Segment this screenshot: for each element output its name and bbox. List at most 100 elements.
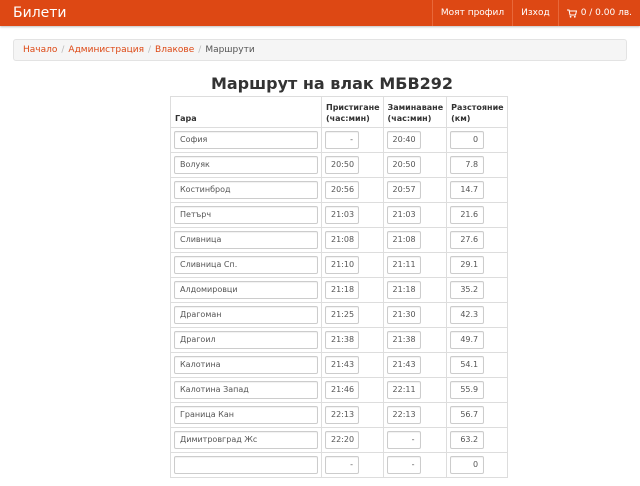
distance-input[interactable]: 55.9 bbox=[450, 381, 485, 399]
departure-time-input[interactable]: 21:30 bbox=[386, 306, 421, 324]
station-cell: Сливница bbox=[170, 227, 322, 253]
cart-summary: 0 / 0.00 лв. bbox=[580, 8, 632, 18]
station-input[interactable]: Петърч bbox=[174, 206, 318, 224]
departure-cell: 22:13 bbox=[382, 402, 448, 428]
station-input[interactable]: Драгоман bbox=[174, 306, 318, 324]
arrival-cell: 21:08 bbox=[321, 227, 384, 253]
breadcrumb-separator: / bbox=[61, 45, 65, 55]
station-cell: Сливница Сп. bbox=[170, 252, 322, 278]
departure-time-input[interactable]: 21:43 bbox=[386, 356, 421, 374]
arrival-time-input[interactable]: 21:38 bbox=[325, 331, 359, 349]
station-input[interactable] bbox=[174, 456, 318, 474]
distance-input[interactable]: 54.1 bbox=[450, 356, 485, 374]
breadcrumb: Начало / Администрация / Влакове / Маршр… bbox=[13, 39, 627, 61]
departure-cell: 20:57 bbox=[382, 177, 448, 203]
arrival-column-header: Пристигане (час:мин) bbox=[321, 96, 384, 128]
departure-time-input[interactable]: - bbox=[386, 431, 421, 449]
departure-time-input[interactable]: 20:50 bbox=[386, 156, 421, 174]
departure-cell: 20:40 bbox=[382, 127, 448, 153]
logout-link[interactable]: Изход bbox=[512, 0, 558, 26]
departure-time-input[interactable]: 20:40 bbox=[386, 131, 421, 149]
distance-input[interactable]: 0 bbox=[450, 131, 485, 149]
station-cell bbox=[170, 452, 322, 478]
departure-time-input[interactable]: 22:11 bbox=[386, 381, 421, 399]
distance-input[interactable]: 21.6 bbox=[450, 206, 485, 224]
station-cell: Костинброд bbox=[170, 177, 322, 203]
distance-input[interactable]: 56.7 bbox=[450, 406, 485, 424]
arrival-time-input[interactable]: 21:25 bbox=[325, 306, 359, 324]
distance-cell: 63.2 bbox=[446, 427, 508, 453]
departure-cell: 21:11 bbox=[382, 252, 448, 278]
departure-cell: 21:38 bbox=[382, 327, 448, 353]
navbar-right: Моят профил Изход 0 / 0.00 лв. bbox=[431, 0, 640, 26]
arrival-cell: 21:18 bbox=[321, 277, 384, 303]
station-input[interactable]: Калотина Запад bbox=[174, 381, 318, 399]
distance-cell: 0 bbox=[446, 452, 508, 478]
arrival-time-input[interactable]: 22:20 bbox=[325, 431, 359, 449]
breadcrumb-administration[interactable]: Администрация bbox=[68, 40, 144, 60]
distance-input[interactable]: 29.1 bbox=[450, 256, 485, 274]
arrival-time-input[interactable]: 21:43 bbox=[325, 356, 359, 374]
distance-input[interactable]: 63.2 bbox=[450, 431, 485, 449]
breadcrumb-current: Маршрути bbox=[205, 45, 255, 55]
station-input[interactable]: Алдомировци bbox=[174, 281, 318, 299]
breadcrumb-trains[interactable]: Влакове bbox=[155, 40, 194, 60]
arrival-time-input[interactable]: 20:56 bbox=[325, 181, 359, 199]
distance-input[interactable]: 49.7 bbox=[450, 331, 485, 349]
distance-input[interactable]: 42.3 bbox=[450, 306, 485, 324]
departure-time-input[interactable]: 21:03 bbox=[386, 206, 421, 224]
station-input[interactable]: София bbox=[174, 131, 318, 149]
departure-time-input[interactable]: 22:13 bbox=[386, 406, 421, 424]
departure-cell: 22:11 bbox=[382, 377, 448, 403]
my-profile-link[interactable]: Моят профил bbox=[431, 0, 512, 26]
station-input[interactable]: Сливница bbox=[174, 231, 318, 249]
arrival-time-input[interactable]: - bbox=[325, 456, 359, 474]
page-title: Маршрут на влак МБВ292 bbox=[210, 74, 454, 93]
distance-cell: 35.2 bbox=[446, 277, 508, 303]
departure-time-input[interactable]: - bbox=[386, 456, 421, 474]
station-cell: Петърч bbox=[170, 202, 322, 228]
distance-input[interactable]: 14.7 bbox=[450, 181, 485, 199]
arrival-time-input[interactable]: 21:46 bbox=[325, 381, 359, 399]
breadcrumb-home[interactable]: Начало bbox=[23, 40, 57, 60]
table-row: Сливница 21:08 21:08 27.6 bbox=[170, 227, 508, 253]
brand-link[interactable]: Билети bbox=[13, 0, 67, 26]
distance-cell: 21.6 bbox=[446, 202, 508, 228]
station-input[interactable]: Димитровград Жс bbox=[174, 431, 318, 449]
arrival-cell: 21:43 bbox=[321, 352, 384, 378]
departure-time-input[interactable]: 21:38 bbox=[386, 331, 421, 349]
station-input[interactable]: Сливница Сп. bbox=[174, 256, 318, 274]
arrival-time-input[interactable]: - bbox=[325, 131, 359, 149]
distance-input[interactable]: 27.6 bbox=[450, 231, 485, 249]
departure-time-input[interactable]: 21:08 bbox=[386, 231, 421, 249]
departure-time-input[interactable]: 21:18 bbox=[386, 281, 421, 299]
station-input[interactable]: Граница Кан bbox=[174, 406, 318, 424]
arrival-cell: 22:20 bbox=[321, 427, 384, 453]
arrival-time-input[interactable]: 21:18 bbox=[325, 281, 359, 299]
arrival-cell: 21:25 bbox=[321, 302, 384, 328]
station-input[interactable]: Калотина bbox=[174, 356, 318, 374]
distance-header-line1: Разстояние bbox=[451, 103, 504, 112]
distance-cell: 29.1 bbox=[446, 252, 508, 278]
distance-cell: 42.3 bbox=[446, 302, 508, 328]
station-input[interactable]: Драгоил bbox=[174, 331, 318, 349]
arrival-time-input[interactable]: 21:10 bbox=[325, 256, 359, 274]
arrival-time-input[interactable]: 21:08 bbox=[325, 231, 359, 249]
station-input[interactable]: Костинброд bbox=[174, 181, 318, 199]
departure-time-input[interactable]: 21:11 bbox=[386, 256, 421, 274]
distance-input[interactable]: 0 bbox=[450, 456, 485, 474]
arrival-time-input[interactable]: 20:50 bbox=[325, 156, 359, 174]
station-input[interactable]: Волуяк bbox=[174, 156, 318, 174]
distance-input[interactable]: 35.2 bbox=[450, 281, 485, 299]
distance-input[interactable]: 7.8 bbox=[450, 156, 485, 174]
cart-icon bbox=[566, 9, 577, 18]
distance-cell: 27.6 bbox=[446, 227, 508, 253]
cart-link[interactable]: 0 / 0.00 лв. bbox=[557, 0, 640, 26]
departure-cell: 21:18 bbox=[382, 277, 448, 303]
arrival-time-input[interactable]: 22:13 bbox=[325, 406, 359, 424]
distance-cell: 56.7 bbox=[446, 402, 508, 428]
table-row: Сливница Сп. 21:10 21:11 29.1 bbox=[170, 252, 508, 278]
departure-time-input[interactable]: 20:57 bbox=[386, 181, 421, 199]
arrival-time-input[interactable]: 21:03 bbox=[325, 206, 359, 224]
station-cell: Граница Кан bbox=[170, 402, 322, 428]
